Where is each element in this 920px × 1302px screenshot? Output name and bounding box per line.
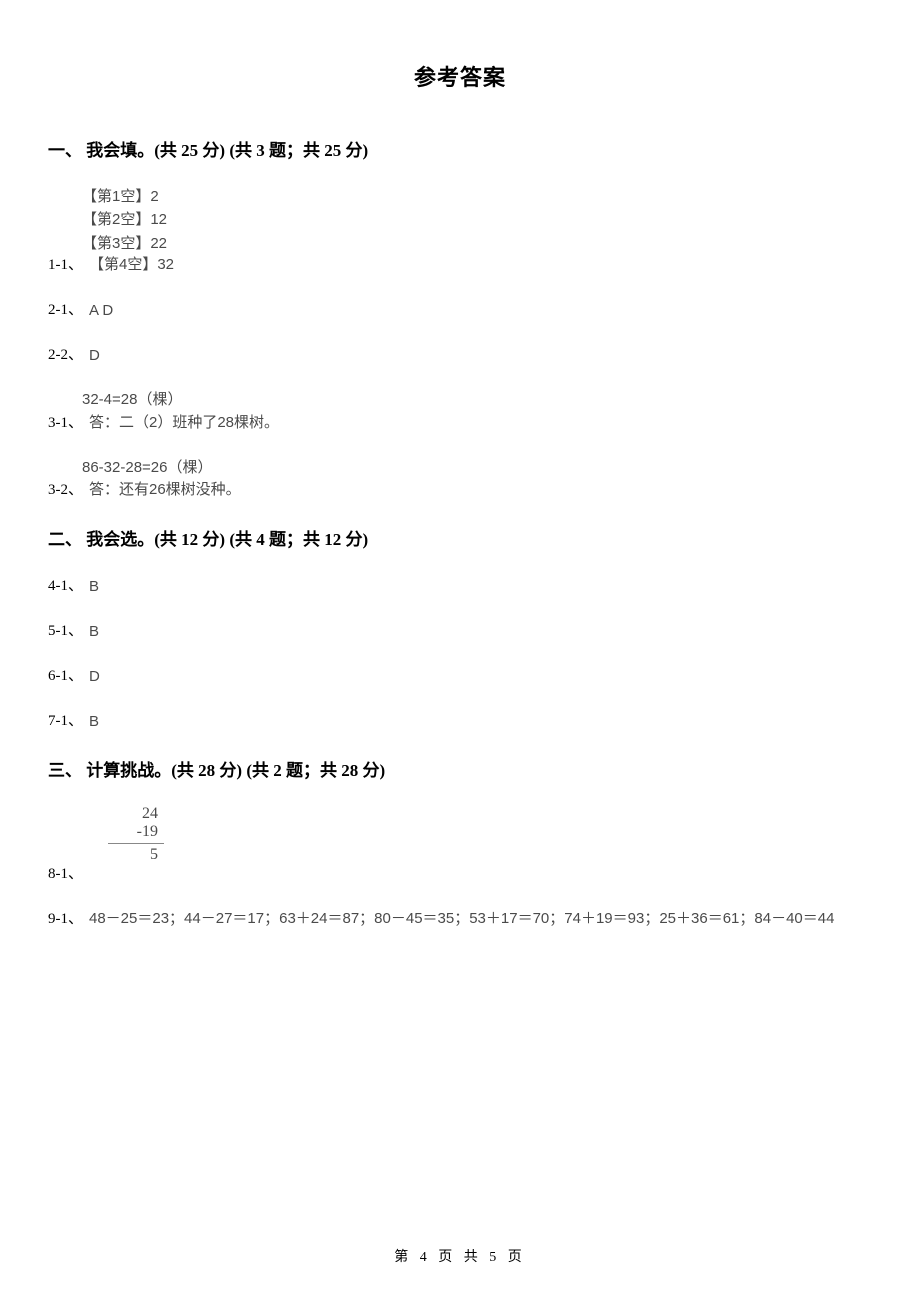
q-num-1-1: 1-1、 bbox=[48, 253, 83, 274]
page: 参考答案 一、 我会填。(共 25 分) (共 3 题；共 25 分) 【第1空… bbox=[0, 0, 920, 1302]
answer-3-2: 86-32-28=26（棵） 3-2、 答：还有26棵树没种。 bbox=[48, 456, 872, 500]
calc-rule bbox=[108, 843, 164, 844]
ans-6-1: D bbox=[89, 668, 100, 685]
ans-5-1: B bbox=[89, 623, 99, 640]
q-num-2-2: 2-2、 bbox=[48, 343, 83, 364]
ans-3-1-line1: 32-4=28（棵） bbox=[82, 388, 872, 413]
ans-3-2-line1: 86-32-28=26（棵） bbox=[82, 456, 872, 481]
answer-2-2: 2-2、 D bbox=[48, 343, 872, 364]
blank-list: 【第1空】2 【第2空】12 【第3空】22 bbox=[48, 185, 872, 255]
answer-5-1: 5-1、 B bbox=[48, 619, 872, 640]
answer-6-1: 6-1、 D bbox=[48, 664, 872, 685]
ans-3-1-line2: 答：二（2）班种了28棵树。 bbox=[89, 411, 279, 432]
ans-7-1: B bbox=[89, 713, 99, 730]
ans-9-1: 48－25＝23；44－27＝17；63＋24＝87；80－45＝35；53＋1… bbox=[89, 907, 834, 928]
q-num-7-1: 7-1、 bbox=[48, 709, 83, 730]
q-num-3-1: 3-1、 bbox=[48, 411, 83, 432]
calc-top: 24 bbox=[108, 805, 160, 823]
blank-3: 【第3空】22 bbox=[82, 232, 872, 255]
blank-4: 【第4空】32 bbox=[89, 253, 174, 274]
ans-3-2-line2: 答：还有26棵树没种。 bbox=[89, 478, 241, 499]
page-footer: 第 4 页 共 5 页 bbox=[0, 1246, 920, 1266]
q-num-9-1: 9-1、 bbox=[48, 907, 83, 928]
answer-3-1: 32-4=28（棵） 3-1、 答：二（2）班种了28棵树。 bbox=[48, 388, 872, 432]
ans-2-1: A D bbox=[89, 302, 113, 319]
answer-9-1: 9-1、 48－25＝23；44－27＝17；63＋24＝87；80－45＝35… bbox=[48, 907, 872, 928]
section-1-heading: 一、 我会填。(共 25 分) (共 3 题；共 25 分) bbox=[48, 136, 872, 161]
ans-2-2: D bbox=[89, 347, 100, 364]
q-num-5-1: 5-1、 bbox=[48, 619, 83, 640]
column-calc: 24 -19 5 bbox=[48, 805, 872, 864]
calc-mid: -19 bbox=[108, 823, 160, 841]
blank-2: 【第2空】12 bbox=[82, 208, 872, 231]
q-num-8-1: 8-1、 bbox=[48, 862, 83, 883]
answer-2-1: 2-1、 A D bbox=[48, 298, 872, 319]
section-3-heading: 三、 计算挑战。(共 28 分) (共 2 题；共 28 分) bbox=[48, 756, 872, 781]
q-num-4-1: 4-1、 bbox=[48, 574, 83, 595]
ans-4-1: B bbox=[89, 578, 99, 595]
page-title: 参考答案 bbox=[48, 60, 872, 92]
answer-8-1: 24 -19 5 8-1、 bbox=[48, 805, 872, 883]
answer-7-1: 7-1、 B bbox=[48, 709, 872, 730]
q-num-3-2: 3-2、 bbox=[48, 478, 83, 499]
section-2-heading: 二、 我会选。(共 12 分) (共 4 题；共 12 分) bbox=[48, 525, 872, 550]
answer-1-1: 【第1空】2 【第2空】12 【第3空】22 1-1、 【第4空】32 bbox=[48, 185, 872, 274]
q-num-6-1: 6-1、 bbox=[48, 664, 83, 685]
blank-1: 【第1空】2 bbox=[82, 185, 872, 208]
answer-4-1: 4-1、 B bbox=[48, 574, 872, 595]
q-num-2-1: 2-1、 bbox=[48, 298, 83, 319]
